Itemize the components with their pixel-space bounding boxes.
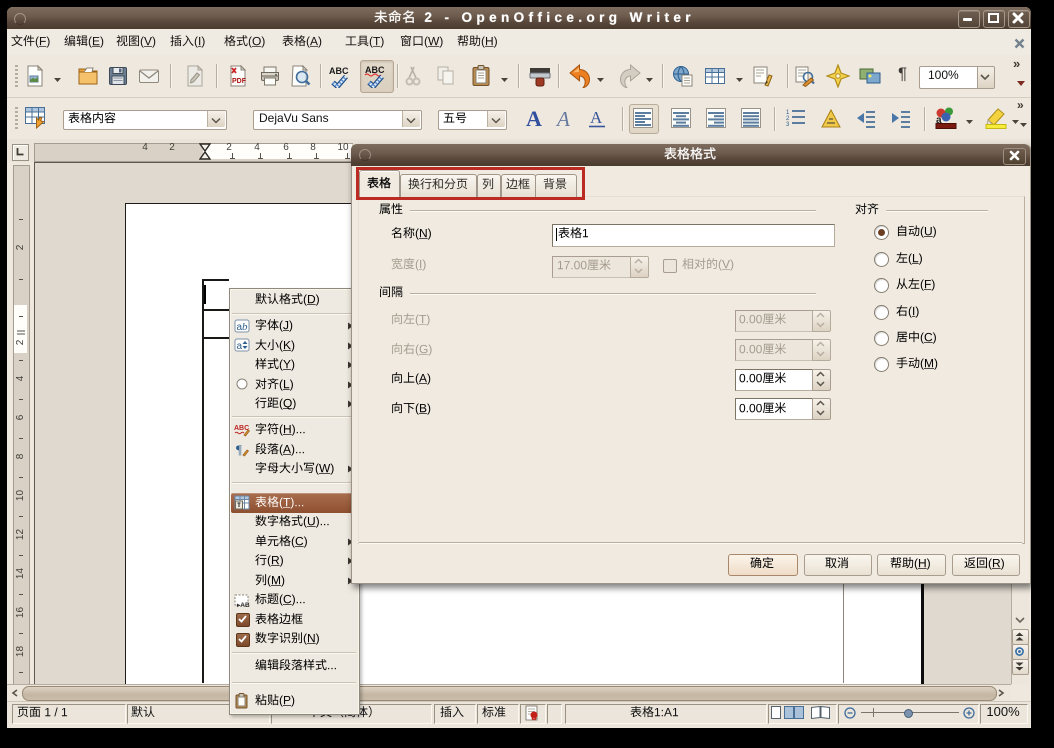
svg-text:A: A [590, 108, 603, 127]
svg-text:ABC: ABC [329, 66, 349, 76]
svg-text:a: a [237, 341, 243, 352]
svg-text:3: 3 [786, 122, 790, 128]
svg-text:▸AB: ▸AB [236, 602, 250, 608]
svg-text:A: A [526, 106, 542, 130]
svg-text:¶: ¶ [236, 442, 242, 457]
svg-text:PDF: PDF [232, 78, 247, 85]
svg-text:A: A [555, 107, 570, 130]
svg-text:b: b [242, 321, 248, 333]
